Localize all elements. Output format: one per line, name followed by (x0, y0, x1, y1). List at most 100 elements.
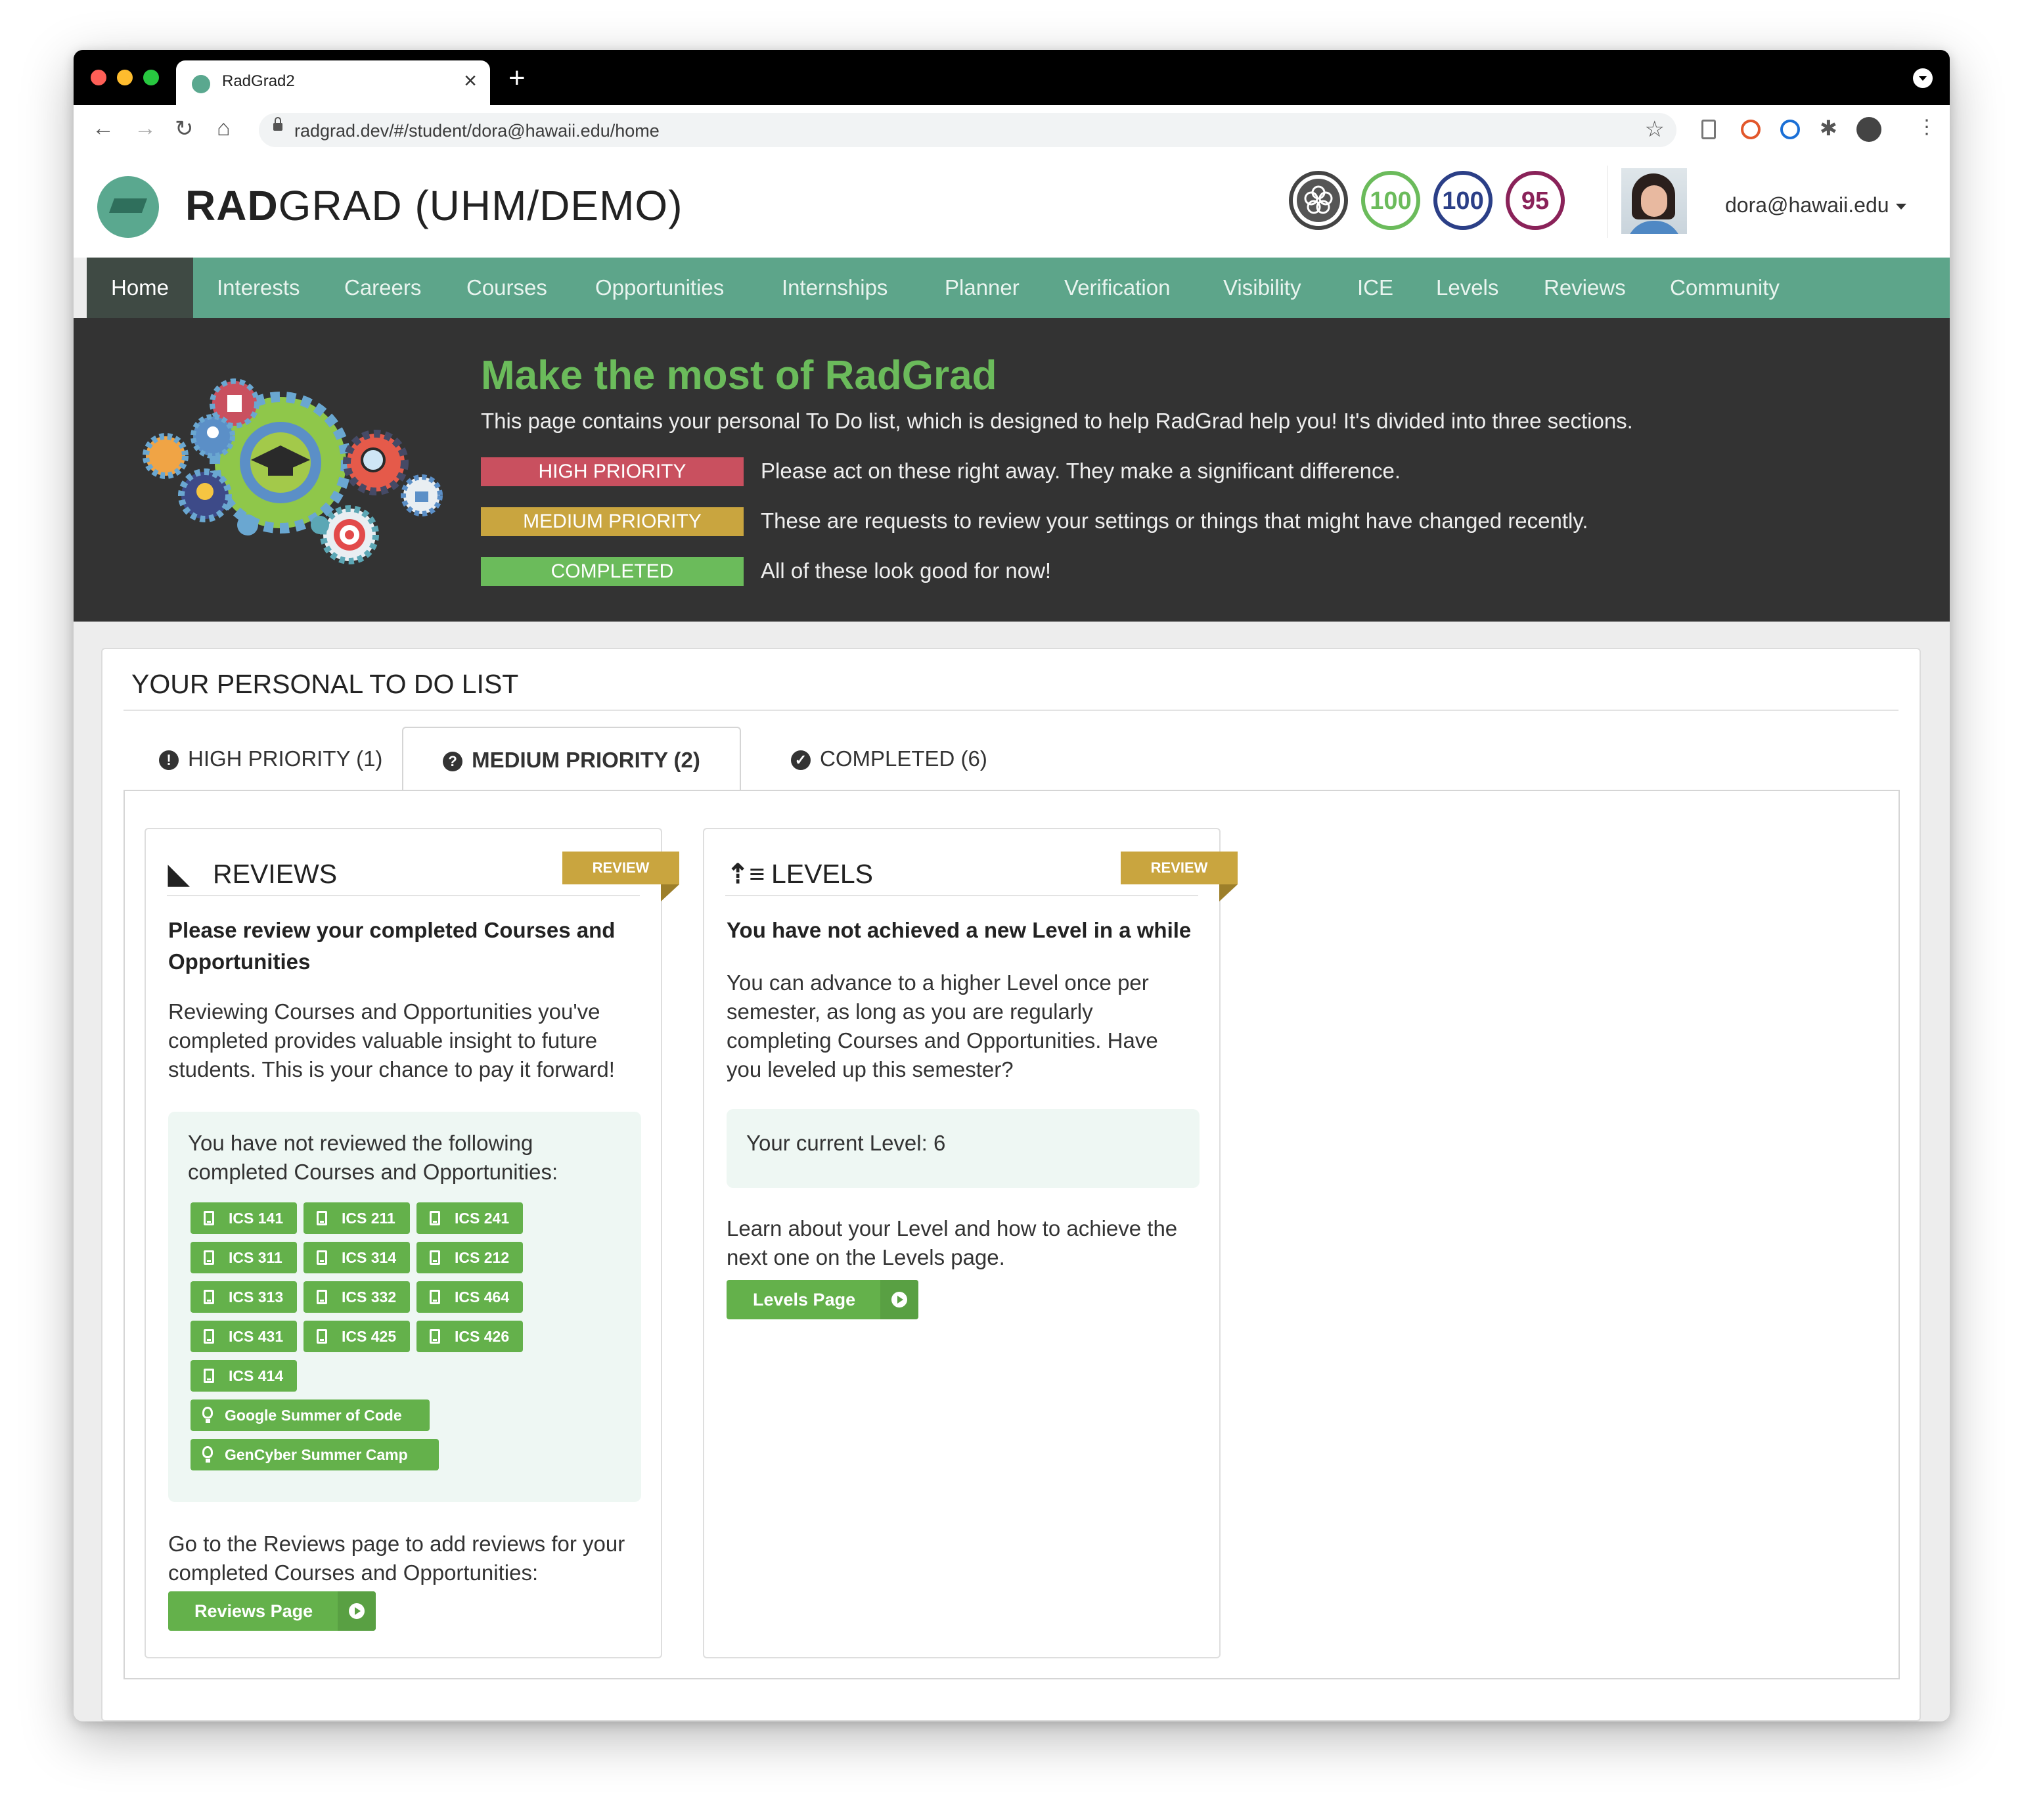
exclamation-circle-icon: ! (159, 750, 179, 771)
profile-icon[interactable] (1856, 117, 1881, 142)
tab-title: RadGrad2 (222, 72, 295, 90)
minimize-window-button[interactable] (117, 70, 133, 85)
book-icon (317, 1329, 327, 1344)
high-priority-legend-text: Please act on these right away. They mak… (761, 459, 1401, 483)
check-circle-icon: ✓ (791, 750, 811, 771)
unreviewed-intro: You have not reviewed the following comp… (188, 1131, 558, 1184)
course-tag[interactable]: ICS 431 (191, 1321, 297, 1352)
course-tag[interactable]: ICS 314 (303, 1242, 410, 1273)
reviews-heading: ◣ REVIEWS (168, 859, 338, 889)
unreviewed-list-box: You have not reviewed the following comp… (168, 1112, 641, 1502)
main-nav: Home Interests Careers Courses Opportuni… (87, 258, 1950, 318)
course-tag[interactable]: ICS 241 (416, 1202, 523, 1234)
nav-interests[interactable]: Interests (217, 258, 300, 318)
close-window-button[interactable] (91, 70, 106, 85)
course-tag[interactable]: ICS 313 (191, 1281, 297, 1313)
extension-red-icon[interactable] (1741, 120, 1761, 139)
caret-down-icon (1895, 204, 1906, 210)
tab-medium-priority[interactable]: ? MEDIUM PRIORITY (2) (402, 727, 741, 791)
book-icon (430, 1290, 440, 1304)
gears-illustration-icon (139, 377, 448, 571)
tab-completed[interactable]: ✓ COMPLETED (6) (791, 727, 987, 791)
nav-levels[interactable]: Levels (1436, 258, 1498, 318)
nav-community[interactable]: Community (1670, 258, 1780, 318)
user-menu[interactable]: dora@hawaii.edu (1725, 193, 1906, 217)
nav-planner[interactable]: Planner (945, 258, 1020, 318)
bullhorn-icon: ◣ (168, 859, 189, 889)
nav-reviews[interactable]: Reviews (1544, 258, 1626, 318)
opportunity-tag[interactable]: GenCyber Summer Camp (191, 1439, 439, 1470)
banner-description: This page contains your personal To Do l… (481, 409, 1633, 433)
browser-toolbar: ← → ↻ ⌂ radgrad.dev/#/student/dora@hawai… (74, 105, 1950, 157)
competency-score-ring[interactable]: 100 (1433, 171, 1493, 230)
bookmark-star-icon[interactable]: ☆ (1645, 116, 1665, 143)
high-priority-legend: HIGH PRIORITY (481, 457, 744, 486)
review-ribbon: REVIEW (562, 852, 679, 901)
browser-menu-icon[interactable]: ⋮ (1917, 116, 1937, 138)
book-icon (204, 1211, 214, 1225)
home-icon[interactable]: ⌂ (217, 116, 231, 141)
lightbulb-icon (202, 1407, 213, 1423)
nav-visibility[interactable]: Visibility (1223, 258, 1301, 318)
avatar[interactable] (1621, 168, 1687, 234)
nav-ice[interactable]: ICE (1357, 258, 1393, 318)
completed-legend: COMPLETED (481, 557, 744, 586)
book-icon (317, 1250, 327, 1265)
book-icon (204, 1329, 214, 1344)
course-tag[interactable]: ICS 414 (191, 1360, 297, 1392)
course-tag[interactable]: ICS 426 (416, 1321, 523, 1352)
intro-banner: Make the most of RadGrad This page conta… (74, 318, 1950, 622)
address-bar[interactable]: radgrad.dev/#/student/dora@hawaii.edu/ho… (259, 113, 1676, 147)
divider (725, 895, 1198, 896)
extensions-puzzle-icon[interactable]: ✱ (1820, 116, 1841, 140)
experience-score-ring[interactable]: 95 (1506, 171, 1565, 230)
radgrad-logo[interactable] (97, 176, 159, 238)
reader-icon[interactable] (1701, 120, 1716, 139)
arrow-circle-right-icon (338, 1591, 376, 1631)
ice-badge-icon[interactable] (1289, 171, 1348, 230)
nav-internships[interactable]: Internships (782, 258, 887, 318)
reload-icon[interactable]: ↻ (175, 116, 194, 142)
book-icon (430, 1250, 440, 1265)
innovation-score-ring[interactable]: 100 (1361, 171, 1420, 230)
tab-high-priority[interactable]: ! HIGH PRIORITY (1) (159, 727, 382, 791)
new-tab-icon[interactable]: + (508, 62, 526, 95)
tab-panel: ◣ REVIEWS REVIEW Please review your compl… (124, 790, 1900, 1679)
todo-title: YOUR PERSONAL TO DO LIST (131, 669, 519, 699)
course-tag[interactable]: ICS 311 (191, 1242, 297, 1273)
book-icon (204, 1369, 214, 1383)
book-icon (204, 1250, 214, 1265)
app-title: RADGRAD (UHM/DEMO) (185, 182, 683, 229)
close-tab-icon[interactable]: × (464, 68, 477, 94)
nav-courses[interactable]: Courses (466, 258, 547, 318)
course-tag[interactable]: ICS 425 (303, 1321, 410, 1352)
course-tag[interactable]: ICS 332 (303, 1281, 410, 1313)
course-tag[interactable]: ICS 141 (191, 1202, 297, 1234)
tab-search-icon[interactable] (1913, 68, 1933, 88)
back-icon[interactable]: ← (92, 116, 114, 141)
banner-title: Make the most of RadGrad (481, 353, 997, 398)
forward-icon[interactable]: → (134, 116, 156, 141)
book-icon (204, 1290, 214, 1304)
course-tag[interactable]: ICS 211 (303, 1202, 410, 1234)
course-tag[interactable]: ICS 212 (416, 1242, 523, 1273)
nav-opportunities[interactable]: Opportunities (595, 258, 724, 318)
reviews-page-button[interactable]: Reviews Page (168, 1591, 376, 1631)
book-icon (317, 1211, 327, 1225)
nav-home[interactable]: Home (87, 258, 193, 318)
nav-careers[interactable]: Careers (344, 258, 421, 318)
levels-footer-text: Learn about your Level and how to achiev… (727, 1216, 1178, 1269)
opportunity-tag[interactable]: Google Summer of Code (191, 1399, 430, 1431)
browser-tab[interactable]: RadGrad2 × (176, 60, 490, 105)
arrow-circle-right-icon (880, 1280, 918, 1319)
review-ribbon: REVIEW (1121, 852, 1238, 901)
reviews-description: Reviewing Courses and Opportunities you'… (168, 999, 615, 1081)
password-manager-icon[interactable] (1780, 120, 1800, 139)
course-tag[interactable]: ICS 464 (416, 1281, 523, 1313)
current-level-text: Your current Level: 6 (746, 1131, 946, 1155)
nav-verification[interactable]: Verification (1064, 258, 1170, 318)
book-icon (317, 1290, 327, 1304)
levels-card: ⇡≡ LEVELS REVIEW You have not achieved a … (703, 828, 1238, 1658)
levels-page-button[interactable]: Levels Page (727, 1280, 918, 1319)
maximize-window-button[interactable] (143, 70, 159, 85)
